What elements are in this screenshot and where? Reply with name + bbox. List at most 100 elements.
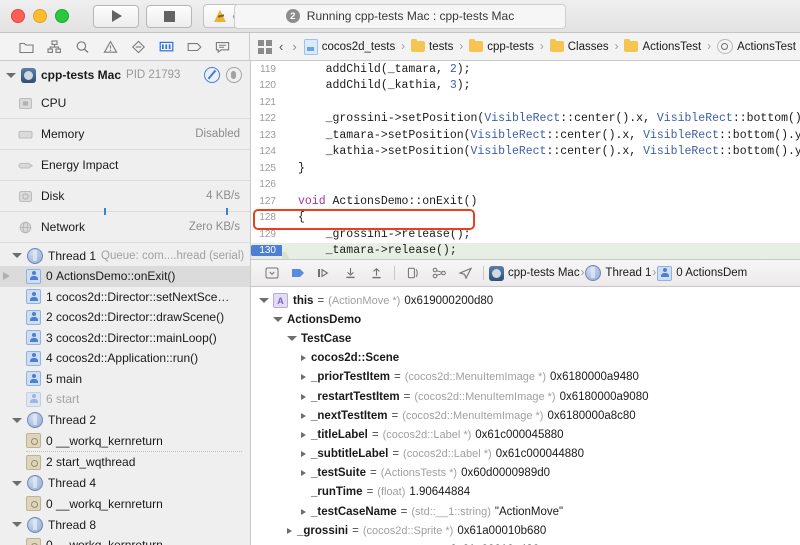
disclosure-triangle-icon[interactable]	[301, 508, 306, 515]
breadcrumb-item-actionstest-folder[interactable]: ActionsTest	[624, 38, 701, 53]
stack-frame-row[interactable]: 1 cocos2d::Director::setNextSce…	[0, 287, 250, 308]
thread-row[interactable]: Thread 8	[0, 514, 250, 535]
variable-row[interactable]: cocos2d::Scene	[251, 349, 800, 368]
disclosure-triangle-icon[interactable]	[301, 412, 306, 419]
disclosure-triangle-icon[interactable]	[273, 317, 283, 323]
stack-frame-row[interactable]: 2 cocos2d::Director::drawScene()	[0, 307, 250, 328]
source-control-navigator-icon[interactable]	[47, 39, 62, 54]
code-line[interactable]: 121	[251, 94, 800, 111]
minimize-window-button[interactable]	[33, 9, 47, 23]
gauge-row-energy[interactable]: Energy Impact	[0, 150, 250, 181]
gauge-row-cpu[interactable]: CPU	[0, 88, 250, 119]
variable-row[interactable]: _priorTestItem = (cocos2d::MenuItemImage…	[251, 368, 800, 387]
thread-row[interactable]: Thread 2	[0, 410, 250, 431]
step-out-icon[interactable]	[363, 267, 389, 279]
stack-frame-row[interactable]: 0 ActionsDemo::onExit()	[0, 266, 250, 287]
stack-frame-row[interactable]: 2 start_wqthread	[0, 452, 250, 473]
breadcrumb-item-tests[interactable]: tests	[411, 38, 453, 53]
disclosure-triangle-icon[interactable]	[259, 298, 269, 304]
step-over-icon[interactable]	[311, 267, 337, 279]
variable-row[interactable]: _nextTestItem = (cocos2d::MenuItemImage …	[251, 406, 800, 425]
thread-row[interactable]: Thread 4	[0, 473, 250, 494]
disclosure-triangle-icon[interactable]	[12, 417, 22, 423]
go-back-button[interactable]: ‹	[277, 39, 285, 54]
code-line[interactable]: 128 {	[251, 210, 800, 227]
disclosure-triangle-icon[interactable]	[301, 470, 306, 477]
code-line-current[interactable]: 130 _tamara->release();	[251, 242, 800, 259]
hide-debug-area-icon[interactable]	[259, 267, 285, 279]
stack-frame-row[interactable]: 4 cocos2d::Application::run()	[0, 348, 250, 369]
code-line[interactable]: 129 _grossini->release();	[251, 226, 800, 243]
disclosure-triangle-icon[interactable]	[12, 253, 22, 258]
variable-row[interactable]: _testCaseName = (std::__1::string) "Acti…	[251, 502, 800, 521]
variable-row[interactable]: _runTime = (float) 1.90644884	[251, 483, 800, 502]
debug-breadcrumb-process[interactable]: cpp-tests Mac	[489, 265, 580, 281]
go-forward-button[interactable]: ›	[290, 39, 298, 54]
step-into-icon[interactable]	[337, 267, 363, 279]
issue-navigator-icon[interactable]	[103, 39, 118, 54]
disclosure-triangle-icon[interactable]	[301, 393, 306, 400]
debug-breadcrumb-frame[interactable]: 0 ActionsDem	[657, 265, 747, 281]
stack-frame-row[interactable]: 0 __workq_kernreturn	[0, 494, 250, 515]
variable-row[interactable]: _titleLabel = (cocos2d::Label *) 0x61c00…	[251, 425, 800, 444]
code-line[interactable]: 123 _tamara->setPosition(VisibleRect::ce…	[251, 127, 800, 144]
stack-frame-row[interactable]: 0 __workq_kernreturn	[0, 431, 250, 452]
related-items-icon[interactable]	[258, 39, 272, 54]
disclosure-triangle-icon[interactable]	[6, 72, 16, 78]
variable-row[interactable]: _grossini = (cocos2d::Sprite *) 0x61a000…	[251, 521, 800, 540]
report-navigator-icon[interactable]	[215, 40, 230, 54]
zoom-window-button[interactable]	[55, 9, 69, 23]
stack-frame-row[interactable]: 0 __workq_kernreturn	[0, 535, 250, 545]
variable-row[interactable]: A this = (ActionMove *) 0x619000200d80	[251, 291, 800, 310]
variable-row[interactable]: ActionsDemo	[251, 310, 800, 329]
search-navigator-icon[interactable]	[75, 40, 90, 54]
debug-memory-graph-icon[interactable]	[426, 267, 452, 279]
debug-navigator-icon[interactable]	[159, 40, 174, 54]
disclosure-triangle-icon[interactable]	[287, 336, 297, 342]
variable-row[interactable]: _testSuite = (ActionsTests *) 0x60d00009…	[251, 464, 800, 483]
close-window-button[interactable]	[11, 9, 25, 23]
disclosure-triangle-icon[interactable]	[301, 451, 306, 458]
breadcrumb-item-cpp-tests[interactable]: cpp-tests	[469, 38, 534, 53]
gauge-row-memory[interactable]: Memory Disabled	[0, 119, 250, 150]
breakpoint-navigator-icon[interactable]	[187, 40, 202, 54]
code-line[interactable]: 122 _grossini->setPosition(VisibleRect::…	[251, 111, 800, 128]
code-line[interactable]: 126	[251, 177, 800, 194]
breadcrumb-item-project[interactable]: cocos2d_tests	[303, 38, 395, 55]
run-button[interactable]	[93, 4, 139, 28]
continue-icon[interactable]	[285, 267, 311, 279]
debug-breadcrumb-thread[interactable]: Thread 1	[585, 265, 651, 281]
breadcrumb-item-actionstest-file[interactable]: ActionsTest	[717, 39, 796, 54]
gauge-row-network[interactable]: Network Zero KB/s	[0, 212, 250, 243]
breadcrumb-item-classes[interactable]: Classes	[549, 38, 609, 53]
code-line[interactable]: 120 addChild(_kathia, 3);	[251, 78, 800, 95]
thread-row[interactable]: Thread 1 Queue: com....hread (serial)	[0, 245, 250, 266]
disclosure-triangle-icon[interactable]	[12, 480, 22, 486]
variable-row[interactable]: _restartTestItem = (cocos2d::MenuItemIma…	[251, 387, 800, 406]
simulate-location-icon[interactable]	[452, 267, 478, 279]
stack-frame-row[interactable]: 3 cocos2d::Director::mainLoop()	[0, 328, 250, 349]
process-row[interactable]: cpp-tests Mac PID 21793	[0, 61, 250, 88]
code-line[interactable]: 124 _kathia->setPosition(VisibleRect::ce…	[251, 144, 800, 161]
debug-view-hierarchy-icon[interactable]	[400, 267, 426, 279]
disclosure-triangle-icon[interactable]	[287, 527, 292, 534]
disclosure-triangle-icon[interactable]	[301, 374, 306, 381]
variable-row[interactable]: _tamara = (cocos2d::Sprite *) 0x61a00010…	[251, 540, 800, 545]
code-line[interactable]: 119 addChild(_tamara, 2);	[251, 61, 800, 78]
source-editor[interactable]: 119 addChild(_tamara, 2); 120 addChild(_…	[251, 61, 800, 259]
project-navigator-icon[interactable]	[19, 40, 34, 54]
disclosure-triangle-icon[interactable]	[301, 431, 306, 438]
filter-gauges-icon[interactable]	[204, 67, 220, 83]
code-line[interactable]: 127 void ActionsDemo::onExit()	[251, 193, 800, 210]
test-navigator-icon[interactable]	[131, 40, 146, 54]
disclosure-triangle-icon[interactable]	[12, 522, 22, 527]
stop-button[interactable]	[146, 4, 192, 28]
code-line[interactable]: 125}	[251, 160, 800, 177]
variable-row[interactable]: _subtitleLabel = (cocos2d::Label *) 0x61…	[251, 445, 800, 464]
process-info-icon[interactable]	[226, 67, 242, 83]
stack-frame-row[interactable]: 5 main	[0, 369, 250, 390]
stack-frame-row[interactable]: 6 start	[0, 389, 250, 410]
disclosure-triangle-icon[interactable]	[301, 355, 306, 362]
gauge-row-disk[interactable]: Disk 4 KB/s	[0, 181, 250, 215]
status-bar[interactable]: 2 Running cpp-tests Mac : cpp-tests Mac	[234, 3, 566, 29]
